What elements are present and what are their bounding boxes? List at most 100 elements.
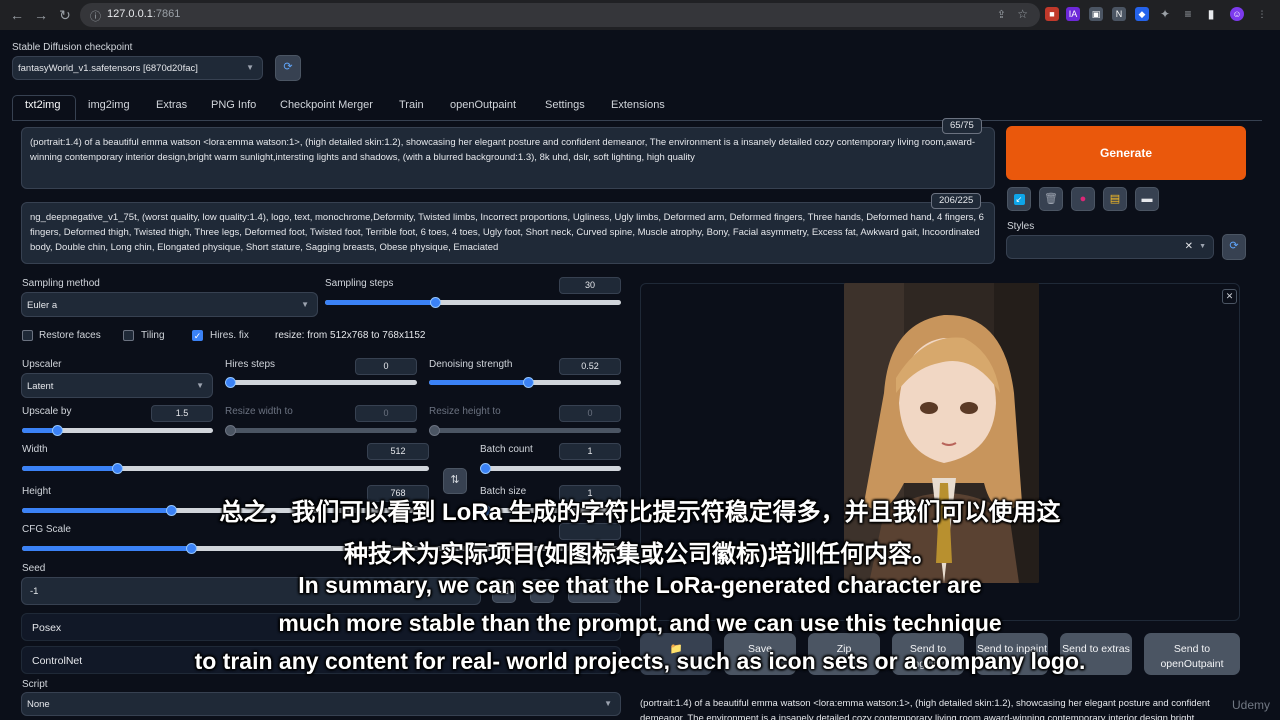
sampling-method-value: Euler a — [27, 300, 58, 311]
denoising-strength-slider[interactable] — [429, 377, 621, 388]
tab-settings[interactable]: Settings — [545, 99, 585, 117]
resize-width-input[interactable]: 0 — [355, 405, 417, 422]
tab-extras[interactable]: Extras — [156, 99, 187, 117]
resize-width-slider[interactable] — [225, 425, 417, 436]
subtitle-en-line-1: In summary, we can see that the LoRa-gen… — [298, 572, 982, 598]
prompt-textarea[interactable]: (portrait:1.4) of a beautiful emma watso… — [21, 127, 995, 189]
extension-icon[interactable]: ■ — [1045, 7, 1059, 21]
upscale-by-input[interactable]: 1.5 — [151, 405, 213, 422]
refresh-styles-button[interactable]: ⟳ — [1222, 234, 1246, 260]
clear-prompt-button[interactable]: 🗑 — [1039, 187, 1063, 211]
hires-steps-slider[interactable] — [225, 377, 417, 388]
slider-thumb[interactable] — [429, 297, 441, 308]
width-label: Width — [22, 444, 48, 455]
refresh-checkpoint-button[interactable]: ⟳ — [275, 55, 301, 81]
forward-icon[interactable]: → — [32, 6, 50, 24]
apply-styles-button[interactable]: ▤ — [1103, 187, 1127, 211]
width-input[interactable]: 512 — [367, 443, 429, 460]
save-style-button[interactable]: ▬ — [1135, 187, 1159, 211]
denoising-strength-input[interactable]: 0.52 — [559, 358, 621, 375]
slider-thumb[interactable] — [225, 425, 236, 436]
tab-openoutpaint[interactable]: openOutpaint — [450, 99, 516, 117]
extension-icon[interactable]: IA — [1066, 7, 1080, 21]
upscaler-select[interactable]: Latent ▼ — [21, 373, 213, 398]
info-icon[interactable]: ⓘ — [90, 8, 101, 24]
slider-thumb[interactable] — [52, 425, 63, 436]
sampling-steps-input[interactable]: 30 — [559, 277, 621, 294]
slider-thumb[interactable] — [523, 377, 534, 388]
prompt-text: (portrait:1.4) of a beautiful emma watso… — [30, 137, 976, 163]
upscaler-label: Upscaler — [22, 359, 62, 370]
chevron-down-icon: ▼ — [301, 300, 309, 309]
hires-fix-checkbox[interactable]: ✓ — [192, 330, 203, 341]
hires-steps-input[interactable]: 0 — [355, 358, 417, 375]
share-icon[interactable]: ⇪ — [997, 8, 1006, 21]
tiling-checkbox[interactable] — [123, 330, 134, 341]
chevron-down-icon: ▼ — [604, 699, 612, 708]
back-icon[interactable]: ← — [8, 6, 26, 24]
upscaler-value: Latent — [27, 381, 54, 392]
address-bar[interactable]: ⓘ 127.0.0.1:7861 ⇪ ☆ — [80, 3, 1040, 27]
paste-params-button[interactable]: ↙ — [1007, 187, 1031, 211]
menu-icon[interactable]: ⋮ — [1255, 7, 1269, 21]
tab-divider — [12, 120, 1262, 121]
batch-count-slider[interactable] — [480, 463, 621, 474]
tab-txt2img[interactable]: txt2img — [25, 99, 60, 117]
sidebar-icon[interactable]: ▮ — [1204, 7, 1218, 21]
tab-extensions[interactable]: Extensions — [611, 99, 665, 117]
puzzle-icon[interactable]: ✦ — [1158, 7, 1172, 21]
swap-dimensions-button[interactable]: ⇅ — [443, 468, 467, 494]
chevron-down-icon: ▼ — [246, 63, 254, 72]
resize-note: resize: from 512x768 to 768x1152 — [275, 330, 426, 341]
url-port: :7861 — [152, 8, 181, 20]
slider-thumb[interactable] — [112, 463, 123, 474]
batch-count-label: Batch count — [480, 444, 533, 455]
upscale-by-label: Upscale by — [22, 406, 72, 417]
denoising-strength-label: Denoising strength — [429, 359, 513, 370]
resize-height-label: Resize height to — [429, 406, 501, 417]
sampling-method-select[interactable]: Euler a ▼ — [21, 292, 318, 317]
clipboard-icon: ▤ — [1109, 193, 1121, 205]
checkpoint-select[interactable]: fantasyWorld_v1.safetensors [6870d20fac]… — [12, 56, 263, 80]
bookmark-star-icon[interactable]: ☆ — [1017, 7, 1028, 21]
chevron-down-icon: ▼ — [1199, 243, 1206, 250]
script-value: None — [27, 699, 50, 710]
clear-icon[interactable]: ✕ — [1185, 241, 1193, 252]
negative-prompt-textarea[interactable]: ng_deepnegative_v1_75t, (worst quality, … — [21, 202, 995, 264]
browser-toolbar: ← → ↻ ⓘ 127.0.0.1:7861 ⇪ ☆ ■ IA ▣ N ◆ ✦ … — [0, 0, 1280, 30]
extension-icon[interactable]: ▣ — [1089, 7, 1103, 21]
tab-img2img[interactable]: img2img — [88, 99, 130, 117]
upscale-by-slider[interactable] — [22, 425, 213, 436]
trash-icon: 🗑 — [1044, 193, 1058, 205]
hires-fix-label: Hires. fix — [210, 330, 249, 341]
extension-icon[interactable]: N — [1112, 7, 1126, 21]
slider-thumb[interactable] — [429, 425, 440, 436]
slider-thumb[interactable] — [225, 377, 236, 388]
udemy-watermark: Udemy — [1232, 698, 1271, 712]
restore-faces-checkbox[interactable] — [22, 330, 33, 341]
slider-thumb[interactable] — [480, 463, 491, 474]
reload-icon[interactable]: ↻ — [56, 6, 74, 24]
hires-steps-label: Hires steps — [225, 359, 276, 370]
sampling-steps-slider[interactable] — [325, 297, 621, 308]
output-gallery: ✕ — [640, 283, 1240, 621]
script-select[interactable]: None ▼ — [21, 692, 621, 716]
batch-count-input[interactable]: 1 — [559, 443, 621, 460]
chevron-down-icon: ▼ — [196, 381, 204, 390]
tab-train[interactable]: Train — [399, 99, 424, 117]
width-slider[interactable] — [22, 463, 429, 474]
extension-icon[interactable]: ◆ — [1135, 7, 1149, 21]
resize-height-input[interactable]: 0 — [559, 405, 621, 422]
show-extra-networks-button[interactable]: ● — [1071, 187, 1095, 211]
tab-png-info[interactable]: PNG Info — [211, 99, 256, 117]
resize-height-slider[interactable] — [429, 425, 621, 436]
extra-networks-icon: ● — [1079, 193, 1087, 205]
reading-list-icon[interactable]: ≡ — [1181, 7, 1195, 21]
styles-select[interactable]: ✕ ▼ — [1006, 235, 1214, 259]
profile-avatar[interactable]: ☺ — [1230, 7, 1244, 21]
subtitle-zh-line-1: 总之，我们可以看到 LoRa 生成的字符比提示符稳定得多，并且我们可以使用这 — [219, 499, 1061, 526]
generate-button[interactable]: Generate — [1006, 126, 1246, 180]
tab-checkpoint-merger[interactable]: Checkpoint Merger — [280, 99, 373, 117]
close-icon[interactable]: ✕ — [1222, 289, 1237, 304]
swap-icon: ⇅ — [450, 474, 460, 486]
